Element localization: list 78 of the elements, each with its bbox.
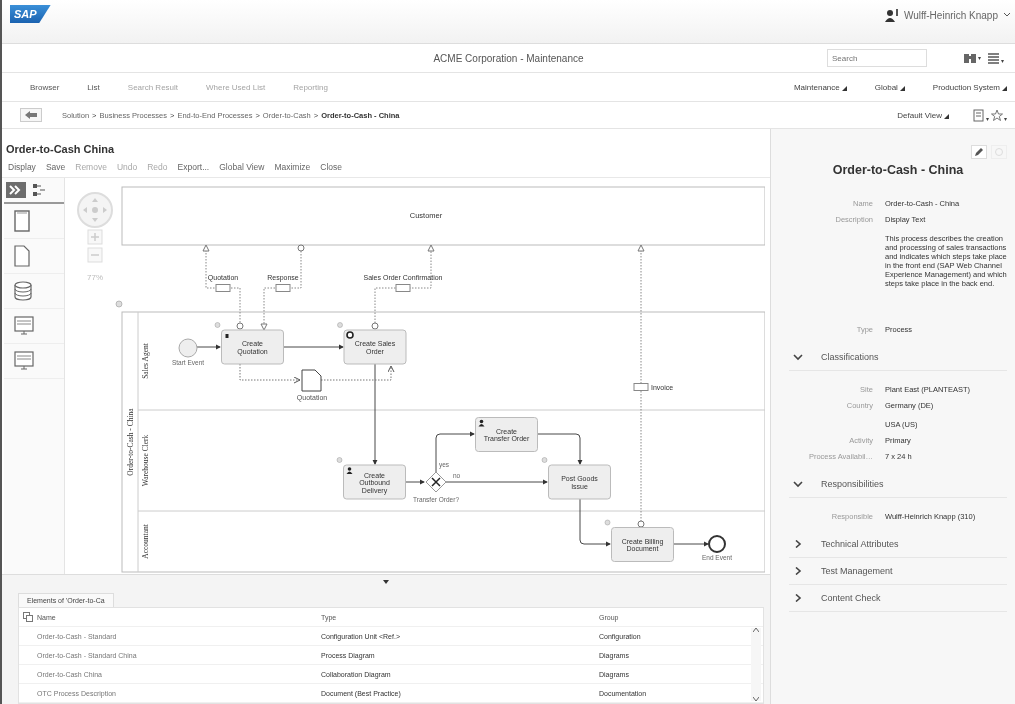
monitor-icon[interactable] — [14, 351, 34, 371]
list-icon[interactable] — [987, 52, 1005, 64]
dropdown-icon[interactable] — [841, 85, 847, 91]
tree-icon[interactable] — [32, 183, 46, 197]
user-name[interactable]: Wulff-Heinrich Knapp — [903, 9, 998, 21]
task-box — [343, 464, 406, 500]
dropdown-icon[interactable] — [899, 85, 905, 91]
chevron-icon — [793, 594, 803, 602]
section-header[interactable]: Content Check — [789, 585, 1007, 612]
chevron-up-icon[interactable] — [753, 628, 759, 632]
sap-logo: SAP — [10, 5, 51, 23]
task-box — [548, 464, 611, 500]
toolbar-button[interactable]: Save — [43, 161, 72, 173]
copy-icon[interactable] — [23, 612, 33, 622]
window-title: ACME Corporation - Maintenance — [433, 52, 584, 64]
section-header[interactable]: Responsibilities — [789, 471, 1007, 498]
monitor-icon[interactable] — [14, 316, 34, 336]
envelope-icon — [215, 284, 231, 292]
chevron-icon — [793, 353, 803, 361]
chevron-icon — [793, 480, 803, 488]
pencil-icon — [974, 147, 984, 157]
scrollbar[interactable] — [751, 628, 761, 701]
zoom-level: 77% — [87, 273, 103, 282]
marker-icon — [336, 457, 343, 463]
marker-icon — [604, 519, 611, 526]
envelope-icon — [275, 284, 291, 292]
section-header[interactable]: Technical Attributes — [789, 531, 1007, 558]
page-icon[interactable] — [14, 210, 30, 232]
double-chevron-icon — [9, 185, 23, 195]
view-selector[interactable]: Default View — [897, 110, 942, 120]
user-icon — [478, 419, 485, 427]
marker-icon — [214, 322, 221, 328]
arrow-left-icon — [25, 111, 37, 119]
toolbar-button[interactable]: Export... — [175, 161, 216, 173]
nav-menu[interactable]: Maintenance — [793, 82, 840, 92]
edit-button[interactable] — [971, 145, 987, 159]
back-button[interactable] — [20, 108, 42, 122]
end-event — [708, 535, 726, 553]
task-box — [475, 417, 538, 452]
collapse-icon[interactable] — [383, 580, 389, 584]
details-title: Order-to-Cash - China — [831, 163, 965, 177]
nav-menu[interactable]: Global — [874, 82, 898, 92]
section-header[interactable]: Classifications — [789, 344, 1007, 371]
toolbar-button[interactable]: Display — [6, 161, 42, 173]
nav-tab[interactable]: List — [87, 82, 100, 92]
chevron-down-icon[interactable] — [753, 697, 759, 701]
start-event — [178, 338, 198, 358]
palette-tab[interactable] — [6, 182, 26, 198]
star-icon[interactable] — [991, 108, 1009, 122]
binoculars-icon[interactable] — [963, 52, 981, 64]
association-arrow — [239, 363, 301, 384]
section-header[interactable]: Test Management — [789, 558, 1007, 585]
task-box — [611, 527, 674, 562]
search-field[interactable]: Search — [827, 49, 927, 67]
envelope-icon — [633, 383, 649, 391]
database-icon[interactable] — [14, 281, 32, 301]
user-icon — [346, 467, 353, 474]
document-icon[interactable] — [973, 108, 991, 122]
nav-tab[interactable]: Browser — [30, 82, 60, 92]
dropdown-icon[interactable] — [1002, 85, 1007, 91]
chevron-down-icon[interactable] — [1003, 12, 1011, 18]
envelope-icon — [395, 284, 411, 292]
task-box — [343, 329, 407, 365]
gateway — [425, 471, 447, 493]
toolbar-button[interactable]: Close — [318, 161, 349, 173]
document-icon[interactable] — [14, 245, 30, 267]
marker-icon — [337, 322, 343, 328]
chevron-icon — [793, 567, 803, 575]
chevron-icon — [793, 540, 803, 548]
user-icon — [884, 8, 899, 22]
data-object — [301, 369, 322, 392]
marker-icon — [541, 457, 548, 463]
task-box — [221, 329, 284, 365]
toolbar-button[interactable]: Maximize — [272, 161, 317, 173]
nav-menu[interactable]: Production System — [932, 82, 1000, 92]
toolbar-button[interactable]: Global View — [217, 161, 271, 173]
editor-title: Order-to-Cash China — [5, 142, 116, 157]
dropdown-icon[interactable] — [944, 113, 949, 119]
